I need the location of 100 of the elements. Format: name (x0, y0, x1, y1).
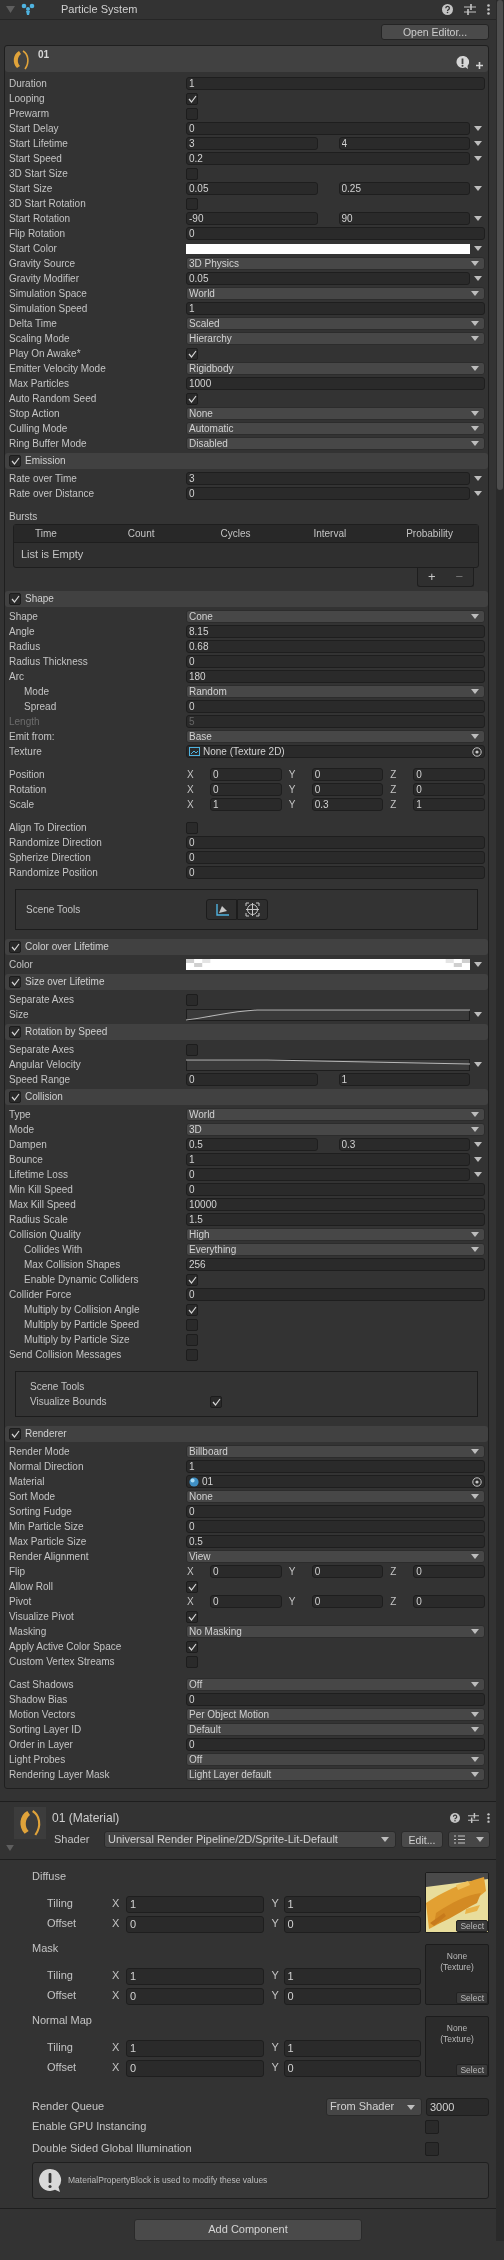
texture-slot[interactable]: None (Texture) Select (425, 1944, 489, 2005)
select-button[interactable]: Select (456, 2064, 488, 2076)
dropdown[interactable]: Scaled (186, 317, 485, 330)
dropdown[interactable]: Cone (186, 610, 485, 623)
scrollbar-track[interactable] (496, 0, 504, 2241)
number-field[interactable]: 1 (186, 77, 485, 90)
number-field[interactable]: 0 (186, 1288, 485, 1301)
number-field[interactable]: 0.5 (186, 1535, 485, 1548)
number-field[interactable]: 0 (210, 1595, 282, 1608)
checkbox[interactable] (9, 1091, 21, 1103)
edit-button[interactable]: Edit... (401, 1831, 443, 1848)
checkbox[interactable] (186, 1303, 198, 1316)
dropdown[interactable]: Hierarchy (186, 332, 485, 345)
dropdown[interactable]: Rigidbody (186, 362, 485, 375)
dropdown[interactable]: 3D Physics (186, 257, 485, 270)
caret-icon[interactable] (474, 491, 482, 496)
number-field[interactable]: 1 (186, 302, 485, 315)
number-field[interactable]: 1 (413, 798, 485, 811)
texture-slot[interactable]: None (Texture) Select (425, 2016, 489, 2077)
caret-icon[interactable] (474, 1062, 482, 1067)
dropdown[interactable]: Billboard (186, 1445, 485, 1458)
module-header[interactable]: Emission (5, 453, 488, 469)
render-queue-dropdown[interactable]: From Shader (326, 2098, 422, 2116)
object-picker-icon[interactable] (472, 746, 482, 757)
number-field[interactable]: 1 (126, 2039, 264, 2057)
number-field[interactable]: 0 (186, 1693, 485, 1706)
checkbox[interactable] (186, 1610, 198, 1623)
caret-icon[interactable] (474, 126, 482, 131)
checkbox[interactable] (9, 455, 21, 467)
checkbox[interactable] (186, 347, 198, 360)
number-field[interactable]: 0 (311, 783, 384, 796)
number-field[interactable]: 1 (283, 2039, 421, 2057)
number-field[interactable]: 1 (210, 798, 282, 811)
dropdown[interactable]: Light Layer default (186, 1768, 485, 1781)
transform-button[interactable] (237, 899, 268, 920)
plus-icon[interactable] (476, 62, 483, 69)
number-field[interactable]: 1 (126, 1895, 264, 1913)
curve-preview[interactable] (186, 1058, 470, 1071)
number-field[interactable]: 0 (186, 1520, 485, 1533)
texture-slot[interactable]: Select (425, 1872, 489, 1933)
caret-icon[interactable] (474, 1012, 482, 1017)
caret-icon[interactable] (474, 476, 482, 481)
caret-icon[interactable] (474, 1172, 482, 1177)
number-field[interactable]: 0 (186, 487, 470, 500)
module-header[interactable]: Renderer (5, 1426, 488, 1442)
select-button[interactable]: Select (456, 1992, 488, 2004)
number-field[interactable]: 1 (126, 1967, 264, 1985)
number-field[interactable]: 0 (311, 1595, 384, 1608)
number-field[interactable]: 0.68 (186, 640, 485, 653)
number-field[interactable]: 0.05 (186, 272, 470, 285)
number-field[interactable]: 1 (186, 1153, 470, 1166)
module-header[interactable]: Size over Lifetime (5, 974, 488, 990)
number-field[interactable]: 0 (283, 2059, 421, 2077)
scrollbar-thumb[interactable] (497, 0, 503, 490)
checkbox[interactable] (186, 92, 198, 105)
object-field[interactable]: None (Texture 2D) (186, 745, 485, 758)
number-field[interactable]: 0 (311, 1565, 384, 1578)
number-field[interactable]: 0 (311, 768, 384, 781)
checkbox[interactable] (186, 392, 198, 405)
number-field[interactable]: 0 (186, 866, 485, 879)
dropdown[interactable]: Off (186, 1753, 485, 1766)
caret-icon[interactable] (474, 156, 482, 161)
checkbox[interactable] (186, 1580, 198, 1593)
caret-icon[interactable] (474, 246, 482, 251)
number-field[interactable]: 3 (186, 472, 470, 485)
object-picker-icon[interactable] (472, 1476, 482, 1487)
dropdown[interactable]: 3D (186, 1123, 485, 1136)
checkbox[interactable] (9, 976, 21, 988)
number-field[interactable]: 1000 (186, 377, 485, 390)
caret-icon[interactable] (474, 216, 482, 221)
dropdown[interactable]: Default (186, 1723, 485, 1736)
checkbox[interactable] (186, 1640, 198, 1653)
dropdown[interactable]: Automatic (186, 422, 485, 435)
dropdown[interactable]: High (186, 1228, 485, 1241)
number-field[interactable]: 0 (210, 1565, 282, 1578)
edit-shape-button[interactable] (206, 899, 237, 920)
menu-icon[interactable] (487, 4, 490, 15)
menu-icon[interactable] (487, 1813, 490, 1823)
alert-icon[interactable] (456, 56, 469, 69)
number-field[interactable]: 0 (186, 227, 485, 240)
color-field[interactable] (186, 243, 470, 254)
add-button[interactable]: + (423, 570, 440, 584)
number-field[interactable]: 0 (210, 768, 282, 781)
number-field[interactable]: 0 (186, 700, 485, 713)
number-field[interactable]: 4 (338, 137, 470, 150)
module-header[interactable]: Color over Lifetime (5, 939, 488, 955)
number-field[interactable]: 0 (413, 768, 485, 781)
dropdown[interactable]: None (186, 407, 485, 420)
number-field[interactable]: 0 (186, 851, 485, 864)
number-field[interactable]: 0 (126, 1987, 264, 2005)
dropdown[interactable]: Per Object Motion (186, 1708, 485, 1721)
number-field[interactable]: 0 (186, 1183, 485, 1196)
caret-icon[interactable] (474, 141, 482, 146)
help-icon[interactable] (442, 4, 453, 15)
number-field[interactable]: 0.3 (311, 798, 384, 811)
number-field[interactable]: 0 (126, 2059, 264, 2077)
number-field[interactable]: 0 (210, 783, 282, 796)
dropdown[interactable]: World (186, 1108, 485, 1121)
dropdown[interactable]: Off (186, 1678, 485, 1691)
number-field[interactable]: 0 (186, 1168, 470, 1181)
